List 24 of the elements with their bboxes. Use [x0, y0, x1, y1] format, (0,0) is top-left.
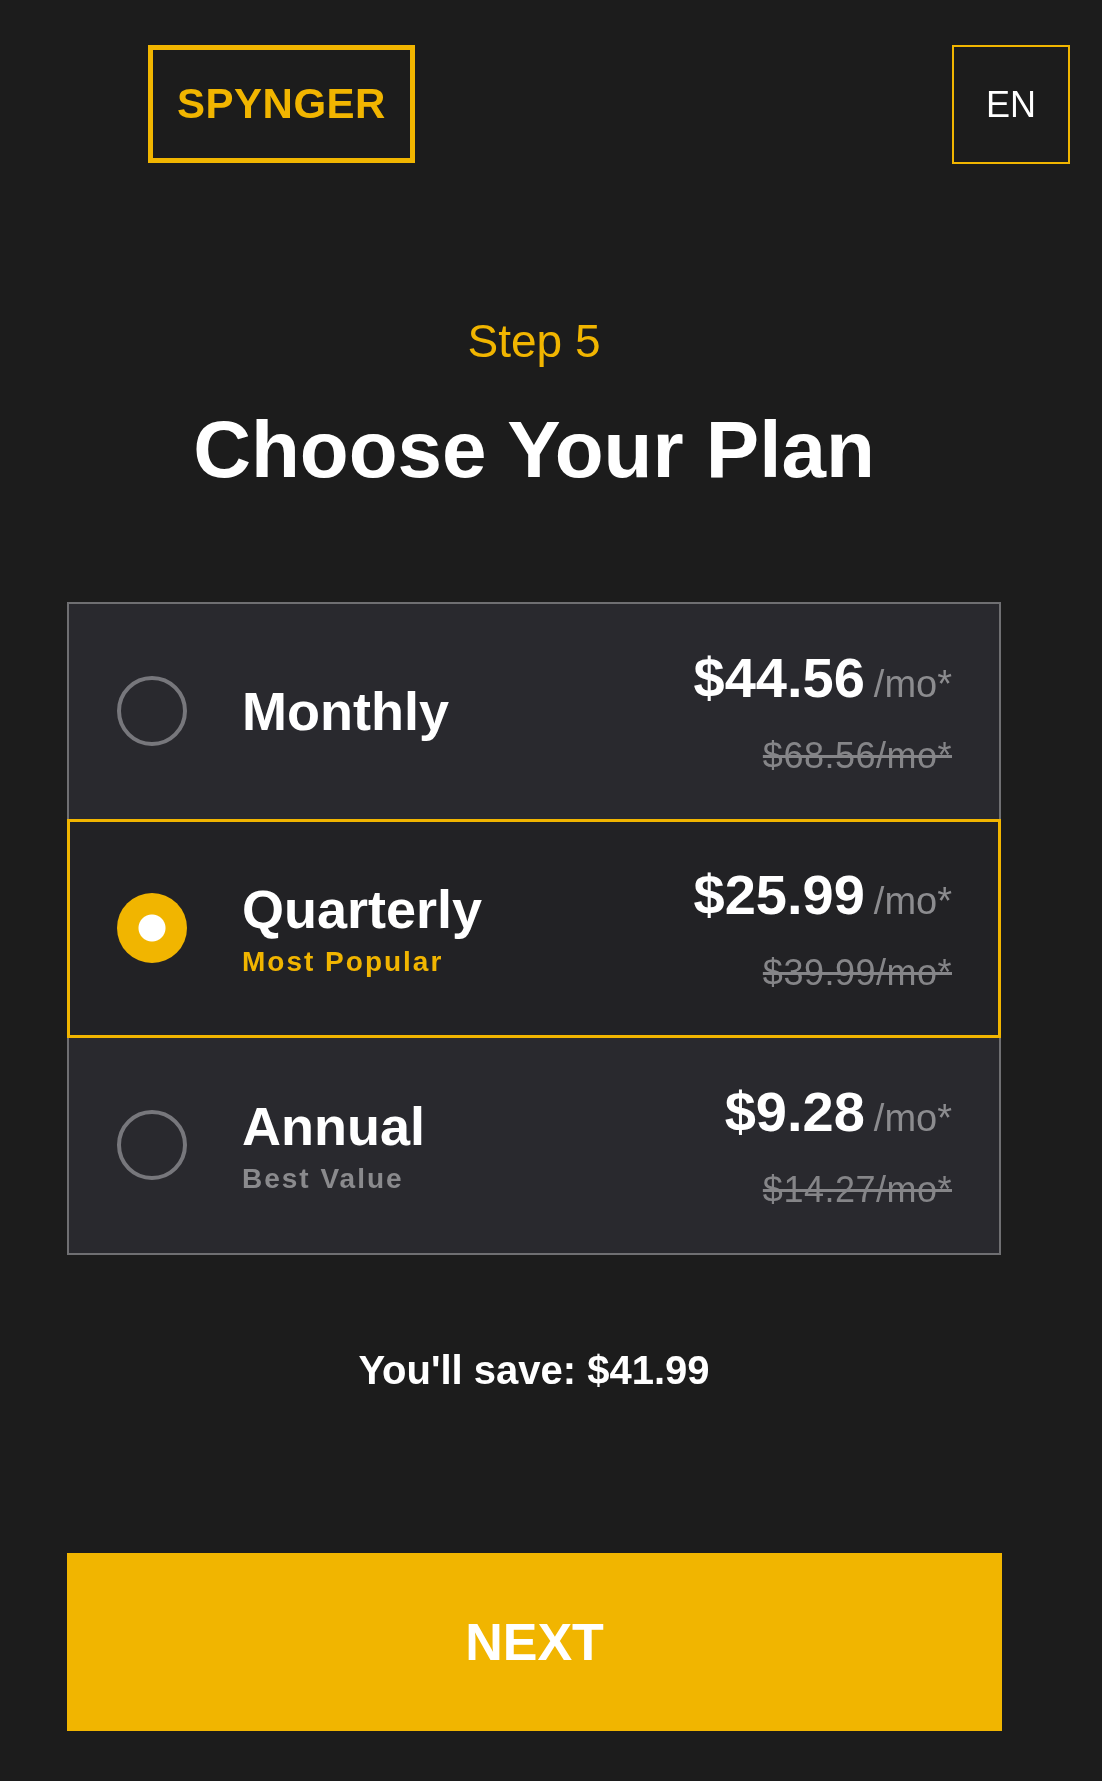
savings-text: You'll save: $41.99	[358, 1346, 710, 1393]
language-button[interactable]: EN	[952, 45, 1070, 164]
step-label: Step 5	[467, 315, 601, 368]
plan-option[interactable]: Quarterly Most Popular $25.99 /mo* $39.99/mo*	[67, 818, 1001, 1038]
plan-name: Annual	[242, 1095, 425, 1158]
plan-name: Monthly	[242, 680, 449, 743]
plan-tag: Best Value	[242, 1162, 404, 1196]
old-price: $68.56/mo*	[762, 734, 952, 778]
old-price: $14.27/mo*	[762, 1168, 952, 1212]
plan-option[interactable]: Annual Best Value $9.28 /mo* $14.27/mo*	[67, 1035, 1001, 1255]
plan-name: Quarterly	[242, 878, 483, 941]
radio-button[interactable]	[117, 676, 187, 747]
price-unit: /mo*	[873, 1096, 952, 1141]
plan-tag: Most Popular	[242, 945, 444, 979]
price-unit: /mo*	[873, 879, 952, 924]
plan-option[interactable]: Monthly $44.56 /mo* $68.56/mo*	[67, 601, 1001, 821]
radio-button[interactable]	[117, 1110, 187, 1181]
page-title: Choose Your Plan	[193, 403, 875, 496]
plan-price: $44.56	[693, 645, 865, 710]
logo[interactable]: SPYNGER	[148, 45, 415, 163]
price-unit: /mo*	[873, 662, 952, 707]
plan-price: $9.28	[724, 1079, 865, 1144]
plan-price: $25.99	[693, 862, 865, 927]
old-price: $39.99/mo*	[762, 951, 952, 995]
